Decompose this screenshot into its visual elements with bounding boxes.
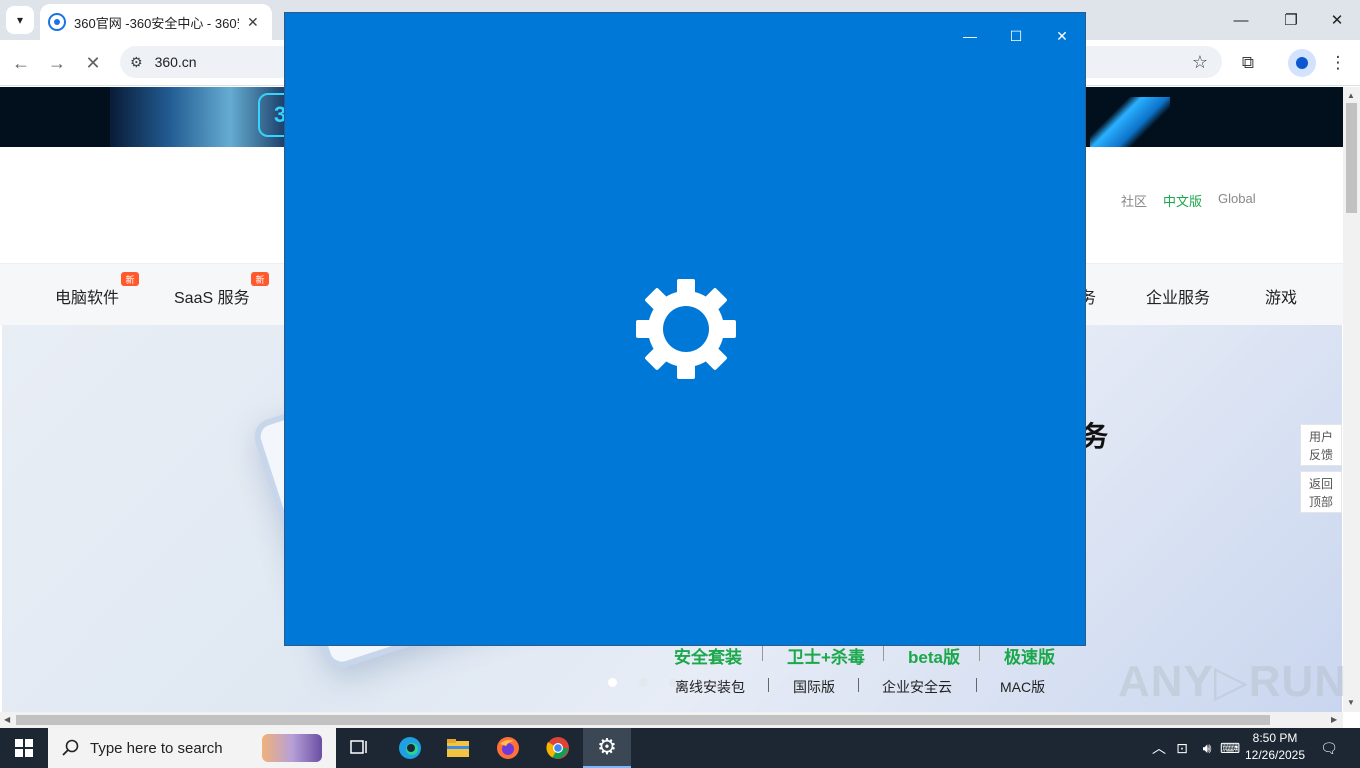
taskbar-chrome[interactable] (534, 728, 582, 768)
taskbar-edge[interactable] (386, 728, 434, 768)
site-info-icon[interactable]: ⚙ (130, 54, 143, 71)
task-view-icon (350, 740, 367, 754)
vertical-scroll-thumb[interactable] (1346, 103, 1357, 213)
carousel-dot[interactable] (639, 678, 648, 687)
folder-icon (447, 739, 469, 757)
settings-close-button[interactable]: ✕ (1039, 21, 1085, 51)
feedback-label-2: 反馈 (1308, 448, 1333, 462)
back-to-top-button[interactable]: 返回 顶部 (1300, 471, 1342, 513)
tab-search-button[interactable]: ▾ (6, 6, 34, 34)
show-hidden-icons-chevron-icon[interactable]: ︿ (1150, 728, 1168, 768)
clock-date: 12/26/2025 (1244, 748, 1306, 762)
person-icon (1296, 57, 1308, 69)
community-link[interactable]: 社区 (1121, 191, 1147, 210)
minimize-button[interactable]: — (1218, 6, 1264, 34)
nav-item-enterprise[interactable]: 企业服务 (1146, 284, 1210, 308)
carousel-dot-active[interactable] (608, 678, 617, 687)
task-view-button[interactable] (336, 728, 384, 768)
start-button[interactable] (0, 728, 48, 768)
taskbar-file-explorer[interactable] (434, 728, 482, 768)
gear-icon: ⚙ (597, 734, 617, 759)
volume-icon[interactable]: 🔊︎ (1196, 728, 1218, 768)
banner-decoration (1090, 97, 1170, 147)
settings-window[interactable]: — ☐ ✕ (284, 12, 1086, 646)
clock-time: 8:50 PM (1252, 731, 1298, 745)
watermark: ANY▷RUN (1118, 657, 1348, 706)
back-button[interactable]: ← (6, 48, 36, 78)
horizontal-scroll-thumb[interactable] (16, 715, 1270, 725)
tab-title: 360官网 -360安全中心 - 360安全 (74, 15, 239, 31)
network-icon[interactable]: ⊡ (1172, 728, 1192, 768)
divider (762, 646, 763, 661)
menu-kebab-icon[interactable]: ⋮ (1323, 48, 1353, 78)
back-to-top-label-2: 顶部 (1308, 495, 1333, 509)
site-favicon-icon (48, 13, 66, 31)
download-guard-av-link[interactable]: 卫士+杀毒 (787, 643, 865, 668)
search-placeholder: Type here to search (90, 739, 223, 757)
nav-item-games[interactable]: 游戏 (1265, 284, 1297, 308)
download-beta-link[interactable]: beta版 (908, 643, 960, 668)
feedback-label-1: 用户 (1308, 430, 1333, 444)
browser-tab[interactable]: 360官网 -360安全中心 - 360安全 ✕ (40, 4, 272, 40)
mac-version-link[interactable]: MAC版 (1000, 677, 1045, 697)
forward-button[interactable]: → (42, 48, 72, 78)
divider (883, 646, 884, 661)
divider (979, 646, 980, 661)
scroll-left-arrow-icon[interactable]: ◀ (4, 715, 10, 724)
stop-loading-button[interactable]: ✕ (78, 48, 108, 78)
profile-avatar[interactable] (1288, 49, 1316, 77)
chinese-version-link[interactable]: 中文版 (1163, 191, 1202, 210)
search-highlight-image (262, 734, 322, 762)
settings-minimize-button[interactable]: — (947, 21, 993, 51)
taskbar-clock[interactable]: 8:50 PM 12/26/2025 (1240, 730, 1310, 764)
windows-logo-icon (15, 739, 33, 757)
enterprise-cloud-link[interactable]: 企业安全云 (882, 677, 952, 697)
extensions-icon[interactable]: ⧉ (1233, 48, 1263, 78)
feedback-button[interactable]: 用户 反馈 (1300, 424, 1342, 466)
settings-maximize-button[interactable]: ☐ (993, 21, 1039, 51)
taskbar-search[interactable]: Type here to search (48, 728, 336, 768)
scroll-down-arrow-icon[interactable]: ▼ (1347, 698, 1355, 707)
global-link[interactable]: Global (1218, 191, 1256, 206)
nav-item-saas[interactable]: SaaS 服务 (174, 284, 250, 308)
offline-installer-link[interactable]: 离线安装包 (675, 677, 745, 697)
gear-icon (636, 279, 736, 379)
new-badge: 新 (121, 272, 139, 286)
chrome-icon (546, 737, 569, 759)
url-text: 360.cn (154, 54, 197, 70)
scroll-up-arrow-icon[interactable]: ▲ (1347, 91, 1355, 100)
back-to-top-label-1: 返回 (1308, 477, 1333, 491)
divider (768, 678, 769, 692)
bookmark-star-icon[interactable]: ☆ (1192, 52, 1208, 73)
tab-close-icon[interactable]: ✕ (247, 14, 259, 31)
taskbar-settings[interactable]: ⚙ (583, 728, 631, 768)
divider (858, 678, 859, 692)
notifications-icon[interactable]: 🗨︎ (1316, 728, 1342, 768)
scroll-right-arrow-icon[interactable]: ▶ (1331, 715, 1337, 724)
download-suite-link[interactable]: 安全套装 (674, 643, 742, 668)
international-link[interactable]: 国际版 (793, 677, 835, 697)
new-badge: 新 (251, 272, 269, 286)
edge-icon (399, 737, 421, 759)
input-indicator-icon[interactable]: ⌨︎ (1220, 728, 1240, 768)
divider (976, 678, 977, 692)
download-fast-link[interactable]: 极速版 (1004, 643, 1055, 668)
close-window-button[interactable]: ✕ (1314, 6, 1360, 34)
nav-item-pc-software[interactable]: 电脑软件 (55, 284, 119, 308)
restore-button[interactable]: ❐ (1268, 6, 1314, 34)
firefox-icon (497, 737, 519, 759)
taskbar-firefox[interactable] (484, 728, 532, 768)
search-icon (62, 739, 79, 756)
